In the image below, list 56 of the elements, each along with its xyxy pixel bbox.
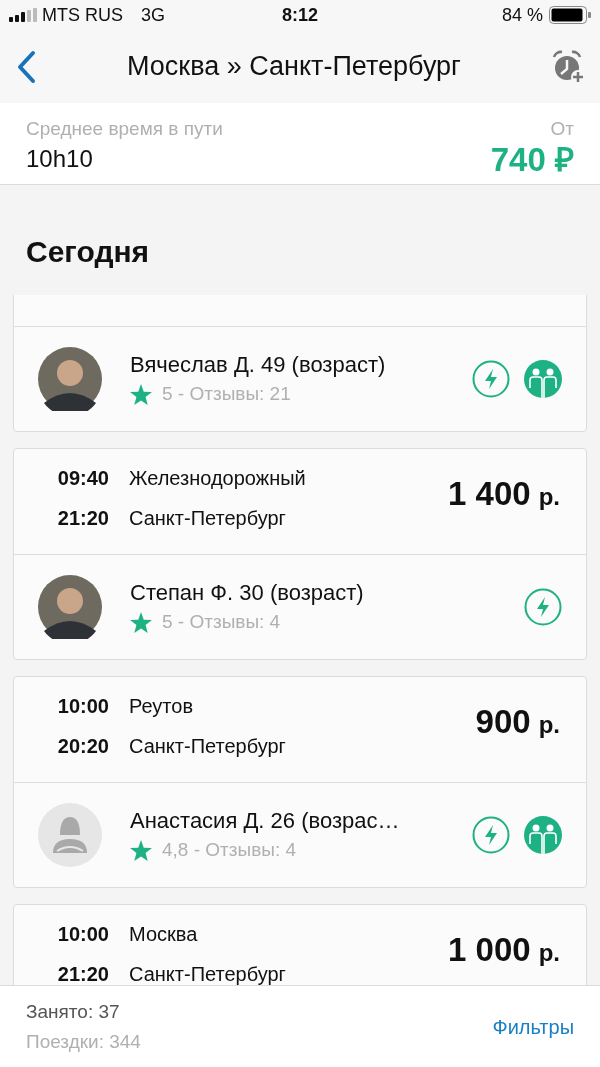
- lightning-icon: [472, 816, 510, 854]
- ride-card[interactable]: Вячеслав Д. 49 (возраст) 5 - Отзывы: 21: [13, 295, 587, 432]
- alarm-add-icon: [550, 49, 586, 84]
- back-icon: [16, 49, 36, 84]
- ride-card[interactable]: 09:40 Железнодорожный 21:20 Санкт-Петербург 1 400 р. Степан Ф. 30 (возраст) 5 - Отзывы: 4: [13, 448, 587, 660]
- ride-price: 1 400: [448, 474, 531, 514]
- star-icon: [130, 611, 152, 633]
- departure-time: 10:00: [56, 696, 109, 716]
- avatar: [38, 803, 102, 867]
- departure-time: 21:20: [56, 508, 109, 528]
- place-name: Железнодорожный: [129, 468, 306, 488]
- place-name: Реутов: [129, 696, 194, 716]
- clock-time: 8:12: [282, 3, 318, 27]
- ride-price: 900: [475, 702, 531, 742]
- ride-card[interactable]: 10:00 Реутов 20:20 Санкт-Петербург 900 р. Анастасия Д. 26 (возрас… 4,8 - Отзывы: 4: [13, 676, 587, 888]
- driver-name: Степан Ф. 30 (возраст): [130, 578, 365, 607]
- lightning-icon: [472, 360, 510, 398]
- currency-label: р.: [538, 938, 560, 968]
- departure-time: 09:40: [56, 468, 109, 488]
- ride-price: 1 000: [448, 930, 531, 970]
- two-people-icon: [524, 360, 562, 398]
- summary-label: Среднее время в пути: [26, 117, 223, 141]
- star-icon: [130, 839, 152, 861]
- lightning-icon: [524, 588, 562, 626]
- battery-percent: 84 %: [501, 3, 543, 27]
- place-name: Санкт-Петербург: [129, 508, 286, 528]
- carrier-name: MTS RUS: [42, 3, 123, 27]
- network-type: 3G: [141, 3, 165, 27]
- rating-text: 5 - Отзывы: 21: [162, 381, 291, 406]
- place-name: Санкт-Петербург: [129, 736, 286, 756]
- booked-count: Занято: 37: [26, 999, 121, 1024]
- battery-icon: [549, 6, 591, 24]
- ride-card[interactable]: 10:00 Москва 21:20 Санкт-Петербург 1 000 р.: [13, 904, 587, 985]
- two-people-icon: [524, 816, 562, 854]
- filters-button[interactable]: Фильтры: [492, 1011, 574, 1042]
- section-heading: Сегодня: [26, 234, 151, 270]
- departure-time: 20:20: [56, 736, 109, 756]
- screen-title: Москва » Санкт-Петербург: [127, 50, 461, 84]
- avatar: [38, 575, 102, 639]
- rating-text: 5 - Отзывы: 4: [162, 609, 281, 634]
- trips-count: Поездки: 344: [26, 1029, 141, 1054]
- min-price: 740 ₽: [490, 141, 574, 179]
- signal-icon: [9, 8, 37, 22]
- rating-text: 4,8 - Отзывы: 4: [162, 837, 297, 862]
- currency-label: р.: [538, 482, 560, 512]
- driver-name: Анастасия Д. 26 (возрас…: [130, 806, 401, 835]
- star-icon: [130, 383, 152, 405]
- driver-name: Вячеслав Д. 49 (возраст): [130, 350, 387, 379]
- avatar: [38, 347, 102, 411]
- place-name: Москва: [129, 924, 198, 944]
- duration-value: 10h10: [26, 144, 94, 174]
- price-label: От: [550, 117, 574, 141]
- departure-time: 21:20: [56, 964, 109, 984]
- departure-time: 10:00: [56, 924, 109, 944]
- currency-label: р.: [538, 710, 560, 740]
- place-name: Санкт-Петербург: [129, 964, 286, 984]
